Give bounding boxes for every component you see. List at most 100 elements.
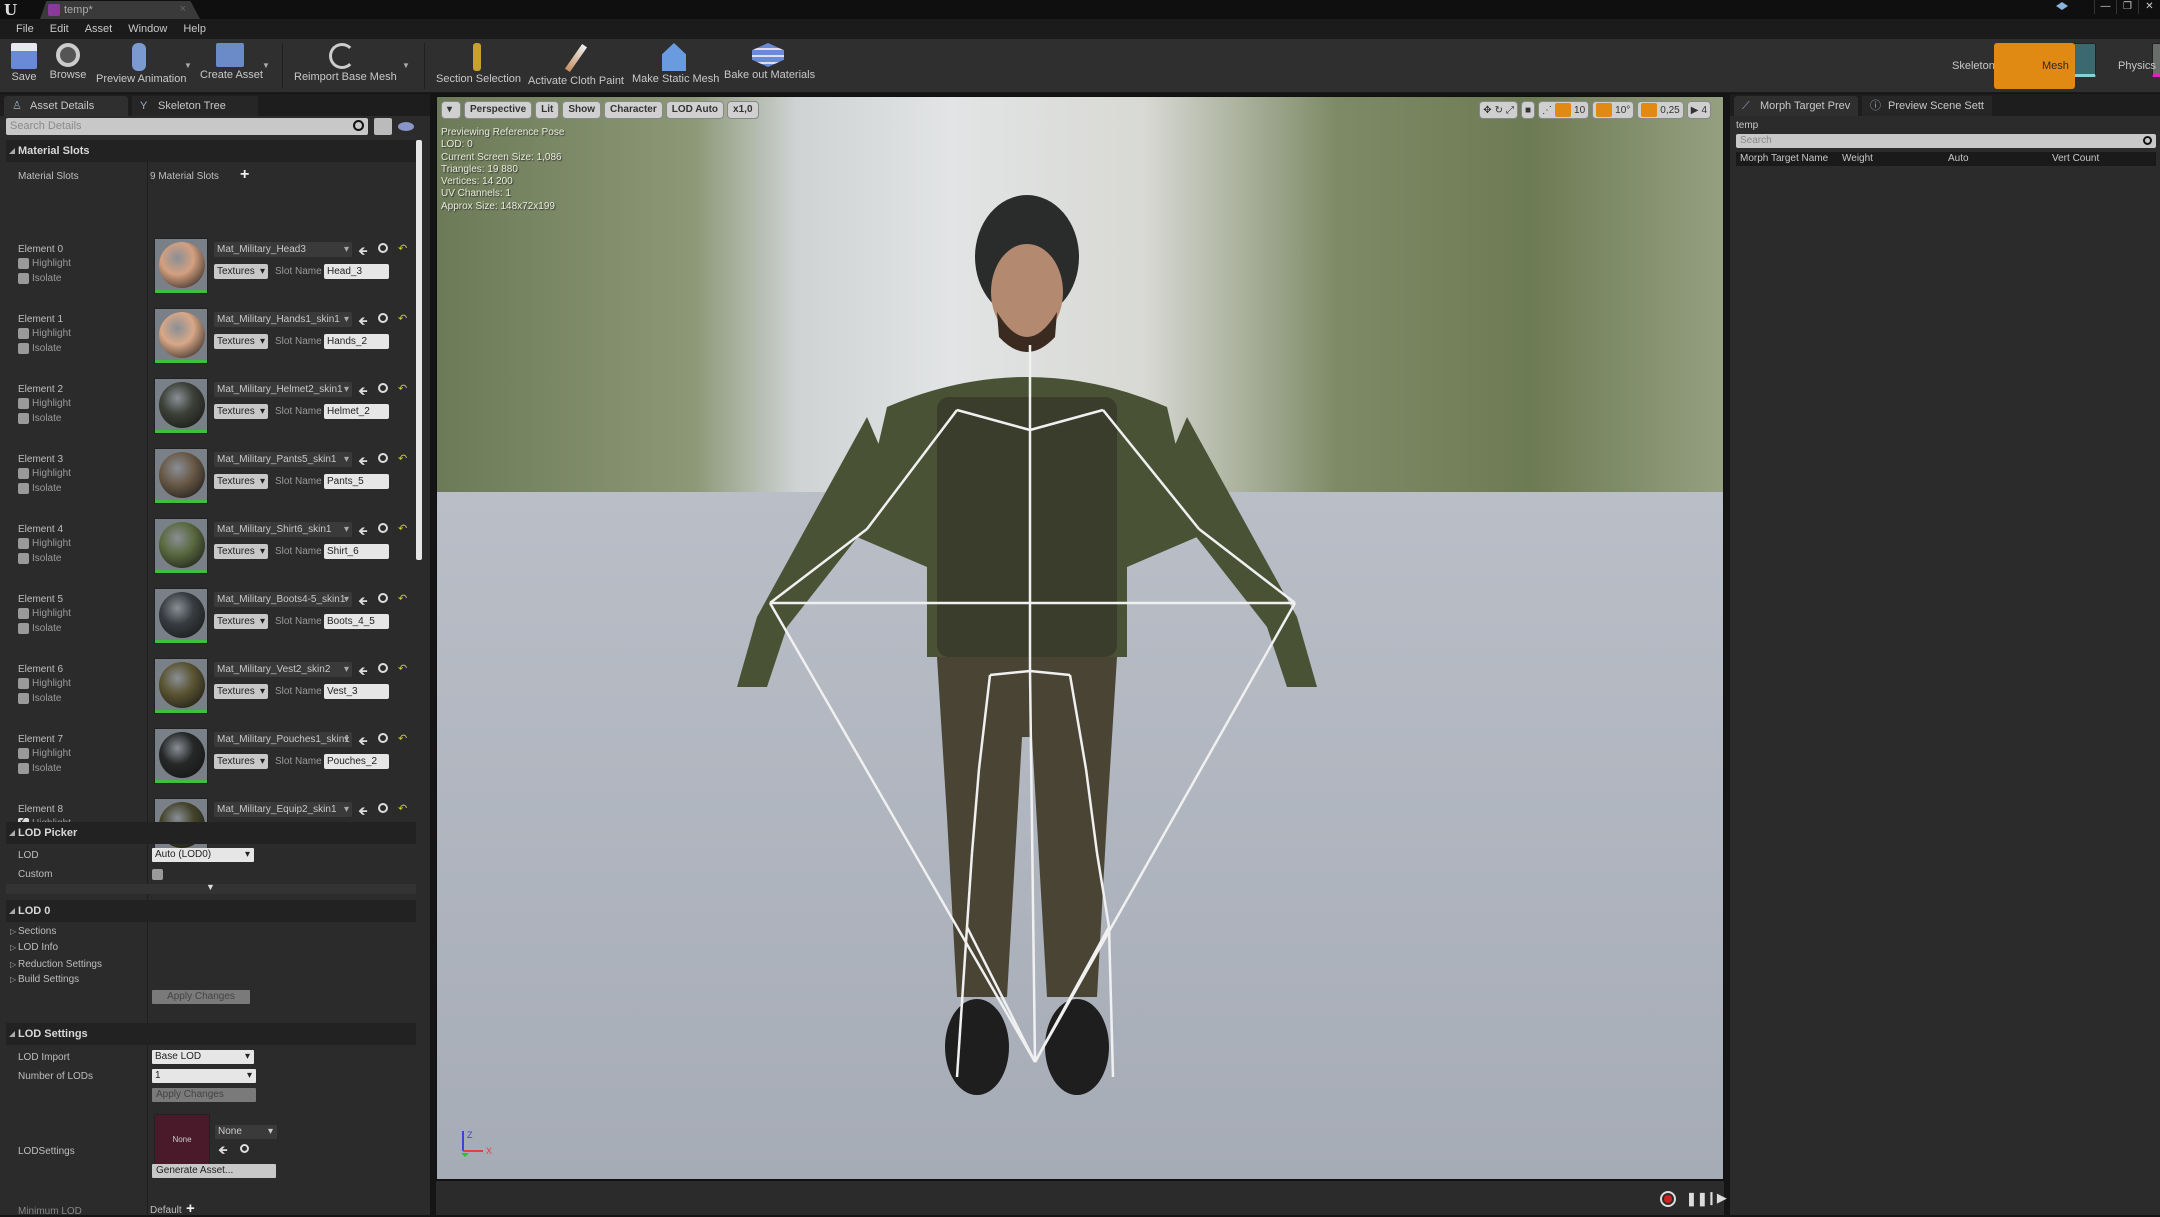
browse-asset-icon[interactable]	[378, 803, 388, 813]
perspective-button[interactable]: Perspective	[464, 101, 533, 119]
coordinate-system-button[interactable]: ■	[1520, 101, 1536, 119]
reimport-dropdown[interactable]: ▼	[402, 61, 410, 70]
material-select[interactable]: Mat_Military_Helmet2_skin1	[214, 382, 352, 397]
show-button[interactable]: Show	[562, 101, 602, 119]
browse-asset-icon[interactable]	[378, 383, 388, 393]
textures-dropdown[interactable]: Textures	[214, 334, 268, 349]
menu-edit[interactable]: Edit	[42, 19, 77, 39]
reset-to-default-icon[interactable]: ↶	[398, 382, 407, 395]
generate-asset-button[interactable]: Generate Asset...	[152, 1164, 276, 1178]
slot-name-input[interactable]: Pants_5	[324, 474, 389, 489]
grid-snap-value[interactable]: 10	[1574, 105, 1585, 116]
tab-asset-details[interactable]: ♙ Asset Details	[4, 96, 128, 116]
reset-to-default-icon[interactable]: ↶	[398, 592, 407, 605]
tab-skeleton-tree[interactable]: Y Skeleton Tree	[132, 96, 258, 116]
textures-dropdown[interactable]: Textures	[214, 474, 268, 489]
isolate-checkbox[interactable]	[18, 483, 29, 494]
grid-snap-toggle-icon[interactable]	[1555, 103, 1572, 117]
material-select[interactable]: Mat_Military_Pouches1_skin1	[214, 732, 352, 747]
material-thumbnail[interactable]	[154, 518, 208, 574]
material-thumbnail[interactable]	[154, 658, 208, 714]
step-forward-button[interactable]: ❙▶	[1706, 1190, 1727, 1206]
lod-select[interactable]: Auto (LOD0)	[152, 848, 254, 862]
lod0-sections[interactable]: Sections	[18, 926, 56, 937]
minimize-button[interactable]: —	[2094, 0, 2116, 14]
rotation-snap-toggle-icon[interactable]	[1596, 103, 1613, 117]
reset-to-default-icon[interactable]: ↶	[398, 732, 407, 745]
highlight-checkbox[interactable]	[18, 748, 29, 759]
material-select[interactable]: Mat_Military_Pants5_skin1	[214, 452, 352, 467]
source-control-icon[interactable]	[2056, 2, 2068, 10]
lod0-reduction-settings[interactable]: Reduction Settings	[18, 959, 102, 970]
column-vert-count[interactable]: Vert Count	[2052, 152, 2099, 166]
reset-to-default-icon[interactable]: ↶	[398, 522, 407, 535]
preview-animation-button[interactable]: Preview Animation	[96, 41, 187, 91]
isolate-checkbox[interactable]	[18, 763, 29, 774]
highlight-checkbox[interactable]	[18, 468, 29, 479]
highlight-checkbox[interactable]	[18, 678, 29, 689]
material-select[interactable]: Mat_Military_Head3	[214, 242, 352, 257]
lod-auto-button[interactable]: LOD Auto	[665, 101, 725, 119]
reset-to-default-icon[interactable]: ↶	[398, 312, 407, 325]
material-select[interactable]: Mat_Military_Equip2_skin1	[214, 802, 352, 817]
textures-dropdown[interactable]: Textures	[214, 404, 268, 419]
use-selected-arrow-icon[interactable]: 🡸	[358, 382, 368, 403]
category-lod-picker[interactable]: LOD Picker	[6, 822, 416, 844]
highlight-checkbox[interactable]	[18, 398, 29, 409]
lit-button[interactable]: Lit	[535, 101, 560, 119]
create-asset-dropdown[interactable]: ▼	[262, 61, 270, 70]
morph-search-input[interactable]: Search	[1736, 134, 2156, 148]
isolate-checkbox[interactable]	[18, 273, 29, 284]
slot-name-input[interactable]: Pouches_2	[324, 754, 389, 769]
tab-morph-target-preview[interactable]: ⟋ Morph Target Prev	[1734, 96, 1858, 116]
category-material-slots[interactable]: Material Slots	[6, 140, 416, 162]
material-thumbnail[interactable]	[154, 378, 208, 434]
mode-skeleton-button[interactable]: Skeleton	[1908, 43, 2096, 89]
lodsettings-select[interactable]: None	[215, 1125, 277, 1139]
use-selected-arrow-icon[interactable]: 🡸	[358, 522, 368, 543]
custom-checkbox[interactable]	[152, 869, 163, 880]
isolate-checkbox[interactable]	[18, 413, 29, 424]
use-selected-arrow-icon[interactable]: 🡸	[218, 1141, 228, 1162]
lod0-lod-info[interactable]: LOD Info	[18, 942, 58, 953]
browse-asset-icon[interactable]	[378, 453, 388, 463]
slot-name-input[interactable]: Vest_3	[324, 684, 389, 699]
lod0-apply-changes-button[interactable]: Apply Changes	[152, 990, 250, 1004]
menu-window[interactable]: Window	[120, 19, 175, 39]
reimport-base-mesh-button[interactable]: Reimport Base Mesh	[294, 41, 397, 91]
reset-to-default-icon[interactable]: ↶	[398, 242, 407, 255]
close-tab-icon[interactable]: ×	[180, 3, 186, 15]
add-material-slot-icon[interactable]: +	[240, 166, 249, 184]
browse-asset-icon[interactable]	[378, 663, 388, 673]
category-lod-settings[interactable]: LOD Settings	[6, 1023, 416, 1045]
save-button[interactable]: Save	[6, 41, 42, 91]
use-selected-arrow-icon[interactable]: 🡸	[358, 242, 368, 263]
browse-asset-icon[interactable]	[378, 313, 388, 323]
material-thumbnail[interactable]	[154, 308, 208, 364]
use-selected-arrow-icon[interactable]: 🡸	[358, 662, 368, 683]
browse-asset-icon[interactable]	[378, 733, 388, 743]
bake-out-materials-button[interactable]: Bake out Materials	[724, 41, 815, 91]
use-selected-arrow-icon[interactable]: 🡸	[358, 802, 368, 823]
slot-name-input[interactable]: Head_3	[324, 264, 389, 279]
close-button[interactable]: ✕	[2138, 0, 2160, 14]
textures-dropdown[interactable]: Textures	[214, 754, 268, 769]
textures-dropdown[interactable]: Textures	[214, 264, 268, 279]
rotation-snap-value[interactable]: 10°	[1615, 105, 1630, 116]
playback-speed-button[interactable]: x1,0	[727, 101, 759, 119]
menu-asset[interactable]: Asset	[77, 19, 121, 39]
material-thumbnail[interactable]	[154, 238, 208, 294]
lod-import-select[interactable]: Base LOD	[152, 1050, 254, 1064]
expand-icon[interactable]: ▷	[10, 975, 16, 984]
section-selection-button[interactable]: Section Selection	[436, 41, 521, 91]
create-asset-button[interactable]: Create Asset	[200, 41, 263, 91]
preview-animation-dropdown[interactable]: ▼	[184, 61, 192, 70]
slot-name-input[interactable]: Boots_4_5	[324, 614, 389, 629]
number-of-lods-input[interactable]: 1	[152, 1069, 256, 1083]
column-auto[interactable]: Auto	[1948, 152, 1969, 166]
search-details-input[interactable]: Search Details	[6, 118, 368, 135]
surface-snap-icon[interactable]: ⋰	[1542, 105, 1552, 116]
reset-to-default-icon[interactable]: ↶	[398, 802, 407, 815]
viewport-options-button[interactable]: ▾	[441, 101, 461, 119]
slot-name-input[interactable]: Hands_2	[324, 334, 389, 349]
